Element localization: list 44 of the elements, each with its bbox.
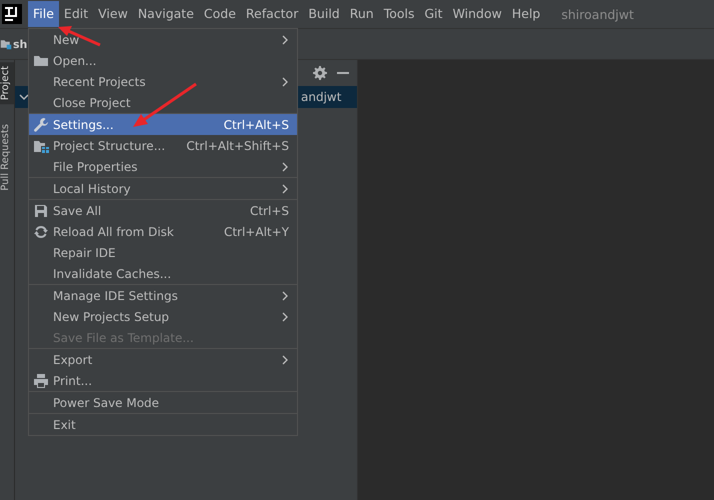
menu-item[interactable]: New Projects Setup: [29, 306, 297, 327]
menu-item[interactable]: Save All Ctrl+S: [29, 200, 297, 221]
shortcut-label: Ctrl+S: [250, 204, 289, 218]
breadcrumb[interactable]: sh: [13, 38, 28, 50]
menu-item[interactable]: Window: [448, 1, 507, 27]
menu-item[interactable]: Git: [420, 1, 448, 27]
tool-window-tab[interactable]: Pull Requests: [0, 120, 14, 195]
menu-item[interactable]: Export: [29, 349, 297, 370]
menu-item[interactable]: Tools: [378, 1, 420, 27]
wrench-icon: [33, 116, 49, 132]
menu-item[interactable]: Repair IDE: [29, 242, 297, 263]
menu-item[interactable]: Settings... Ctrl+Alt+S: [29, 114, 297, 135]
menu-item[interactable]: Help: [506, 1, 546, 27]
menu-item[interactable]: Manage IDE Settings: [29, 285, 297, 306]
menu-item[interactable]: New: [29, 29, 297, 50]
menu-item[interactable]: Build: [303, 1, 345, 27]
menu-item[interactable]: Refactor: [240, 1, 304, 27]
menu-item[interactable]: Edit: [58, 1, 94, 27]
reload-icon: [33, 224, 49, 240]
chevron-icon[interactable]: [19, 92, 29, 102]
menu-item[interactable]: Close Project: [29, 92, 297, 113]
project-title: shiroandjwt: [561, 6, 634, 22]
menu-item[interactable]: Exit: [29, 414, 297, 435]
menu-item[interactable]: View: [93, 1, 133, 27]
settings-icon[interactable]: [313, 66, 327, 80]
menu-item[interactable]: Power Save Mode: [29, 392, 297, 413]
shortcut-label: Ctrl+Alt+S: [224, 118, 289, 132]
menu-item[interactable]: Recent Projects: [29, 71, 297, 92]
menu-item[interactable]: Print...: [29, 370, 297, 391]
menu-item[interactable]: Navigate: [132, 1, 199, 27]
menu-item[interactable]: Invalidate Caches...: [29, 263, 297, 284]
app-logo: [2, 4, 22, 24]
menu-item[interactable]: Code: [198, 1, 241, 27]
menu-item[interactable]: Project Structure... Ctrl+Alt+Shift+S: [29, 135, 297, 156]
menu-item[interactable]: Open...: [29, 50, 297, 71]
menu-item[interactable]: File: [28, 1, 59, 27]
shortcut-label: Ctrl+Alt+Y: [224, 224, 289, 238]
menu-item[interactable]: Local History: [29, 178, 297, 199]
shortcut-label: Ctrl+Alt+Shift+S: [186, 138, 289, 152]
printer-icon: [33, 372, 49, 388]
tool-window-tab[interactable]: Project: [0, 62, 14, 104]
menu-item[interactable]: Reload All from Disk Ctrl+Alt+Y: [29, 221, 297, 242]
menu-item[interactable]: Run: [344, 1, 379, 27]
menu-item[interactable]: File Properties: [29, 156, 297, 177]
